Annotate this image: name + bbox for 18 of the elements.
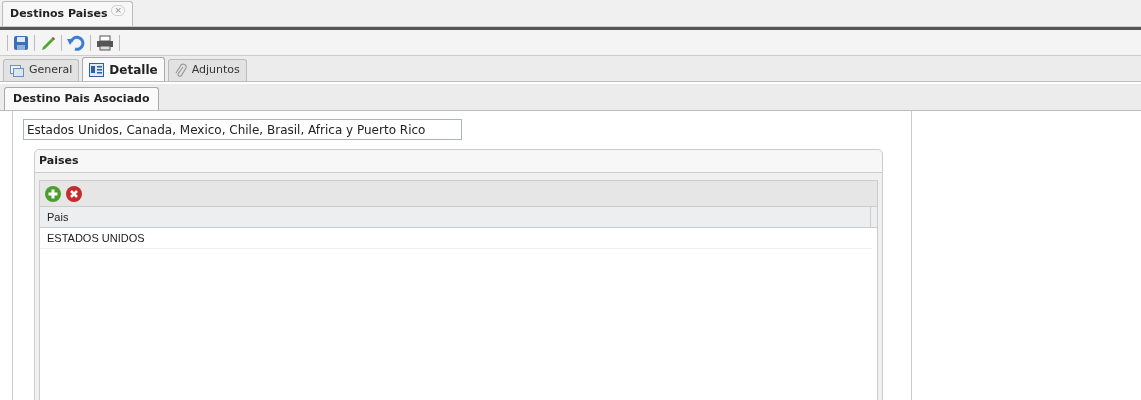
- tab-title: Destinos Paises: [10, 5, 108, 22]
- form-icon: [89, 62, 105, 77]
- save-icon[interactable]: [13, 34, 29, 51]
- subtab[interactable]: Destino Pais Asociado: [4, 87, 159, 110]
- table-cell-text: ESTADOS UNIDOS: [46, 230, 146, 246]
- undo-icon[interactable]: [67, 34, 85, 51]
- tab[interactable]: Adjuntos: [167, 59, 247, 81]
- tab[interactable]: Detalle: [82, 57, 165, 81]
- delete-icon[interactable]: [66, 185, 82, 202]
- paperclip-icon: [174, 62, 187, 79]
- description-field[interactable]: Estados Unidos, Canada, Mexico, Chile, Brasil, Africa y Puerto Rico: [23, 119, 462, 140]
- tab[interactable]: General: [3, 59, 80, 81]
- pencil-icon[interactable]: [40, 34, 56, 51]
- add-icon[interactable]: [45, 185, 61, 202]
- panel-title: Paises: [39, 152, 79, 169]
- window-icon: [10, 64, 24, 77]
- printer-icon[interactable]: [96, 34, 114, 51]
- document-tab[interactable]: Destinos Paises ×: [2, 1, 133, 26]
